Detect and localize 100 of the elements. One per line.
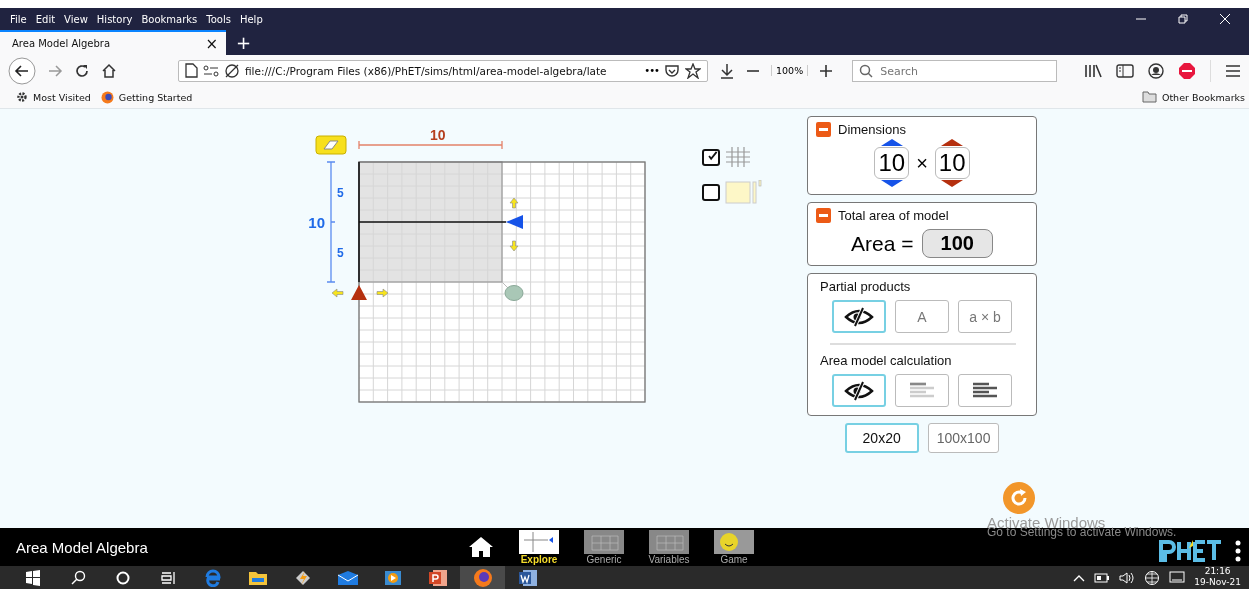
speaker-icon[interactable] [1119, 570, 1136, 585]
hide-option-button[interactable] [832, 300, 886, 333]
increment-icon[interactable] [880, 139, 903, 146]
folder-icon[interactable] [247, 569, 268, 586]
browser-tab[interactable]: Area Model Algebra × [0, 30, 226, 55]
resize-handle-icon[interactable] [501, 281, 524, 301]
back-icon[interactable] [8, 56, 36, 85]
reload-icon[interactable] [74, 62, 90, 79]
options-menu-icon[interactable] [1235, 540, 1241, 562]
hidden-eye-icon [844, 380, 874, 401]
menu-item[interactable]: File [10, 13, 27, 25]
clock-date[interactable]: 19-Nov-21 [1194, 577, 1241, 588]
start-icon[interactable] [24, 569, 41, 586]
section-title: Partial products [820, 279, 912, 294]
restore-icon[interactable] [1177, 13, 1189, 25]
menu-item[interactable]: Edit [35, 13, 56, 25]
label-option-button[interactable]: a × b [958, 300, 1012, 333]
stop-sign-icon[interactable] [1178, 61, 1196, 80]
download-icon[interactable] [719, 62, 735, 79]
task-view-icon[interactable] [159, 569, 176, 586]
times-sign: × [916, 151, 928, 175]
library-icon[interactable] [1084, 63, 1102, 78]
permissions-icon [203, 64, 219, 77]
height-label: 10 [308, 214, 325, 231]
menu-item[interactable]: Tools [206, 13, 231, 25]
right-arrow-icon [376, 288, 389, 298]
grid-size-button[interactable]: 100x100 [927, 423, 1000, 453]
close-icon[interactable] [1219, 13, 1231, 25]
width-label: 10 [430, 127, 446, 143]
panel-title: Dimensions [838, 122, 906, 137]
gear-icon [16, 91, 28, 103]
bookmark-link[interactable]: Getting Started [100, 90, 193, 104]
search-field[interactable]: Search [852, 60, 1058, 82]
page-actions-button[interactable]: ••• [644, 65, 659, 76]
hidden-eye-icon [844, 306, 874, 327]
home-icon[interactable] [468, 536, 494, 558]
browser-icon[interactable] [203, 568, 222, 587]
partition-label: 5 [337, 246, 344, 260]
mail-icon[interactable] [336, 569, 359, 586]
page-icon [185, 63, 198, 78]
bookmark-link[interactable]: Most Visited [16, 90, 91, 104]
tab-title: Area Model Algebra [12, 38, 111, 49]
calculation-option-button[interactable] [958, 374, 1012, 407]
width-value[interactable]: 10 [874, 147, 910, 179]
forward-icon[interactable] [47, 63, 63, 78]
section-title: Area model calculation [820, 353, 953, 368]
grid-size-button[interactable]: 20x20 [844, 423, 919, 453]
lines-icon [909, 381, 935, 400]
clock-time[interactable]: 21:16 [1204, 566, 1231, 577]
down-arrow-icon [509, 240, 519, 252]
menu-icon[interactable] [1225, 63, 1241, 78]
partition-handle-icon[interactable] [506, 215, 523, 229]
checkbox[interactable] [702, 183, 720, 201]
circle-icon[interactable] [114, 569, 131, 586]
keyboard-icon[interactable] [1169, 570, 1186, 585]
sidebar-icon[interactable] [1116, 63, 1134, 78]
menu-item[interactable]: View [64, 13, 88, 25]
panel-title: Total area of model [838, 208, 949, 223]
lines-icon [972, 381, 998, 400]
battery-icon[interactable] [1094, 572, 1111, 583]
area-value: 100 [921, 229, 993, 258]
collapse-button[interactable] [816, 208, 831, 223]
bookmark-label: Most Visited [33, 91, 91, 103]
width-handle-icon[interactable] [351, 285, 367, 300]
presentation-icon[interactable] [427, 568, 448, 587]
pocket-icon[interactable] [664, 63, 680, 78]
tiles-icon [725, 180, 763, 204]
address-bar[interactable]: file:///C:/Program Files (x86)/PhET/sims/html/area-model-algebra/late ••• [178, 59, 708, 82]
search-icon[interactable] [69, 569, 86, 586]
zoom-in-icon[interactable] [819, 63, 834, 78]
close-tab-button[interactable]: × [205, 34, 218, 53]
new-tab-button[interactable]: + [226, 30, 262, 55]
globe-icon[interactable] [1144, 569, 1161, 586]
sim-title: Area Model Algebra [16, 538, 149, 556]
play-icon[interactable] [383, 569, 402, 586]
hide-option-button[interactable] [832, 374, 886, 407]
star-icon[interactable] [685, 62, 701, 79]
reload-icon [1002, 481, 1036, 515]
home-icon[interactable] [101, 62, 117, 79]
up-arrow-icon [509, 197, 519, 209]
decrement-icon[interactable] [941, 180, 964, 187]
partition-label: 5 [337, 186, 344, 200]
menu-item[interactable]: Bookmarks [141, 13, 198, 25]
bookmark-label: Other Bookmarks [1161, 91, 1245, 103]
increment-icon[interactable] [941, 139, 964, 146]
label-option-button[interactable]: A [895, 300, 949, 333]
url-text: file:///C:/Program Files (x86)/PhET/sims/html/area-model-algebra/late [245, 64, 608, 77]
document-icon[interactable] [517, 568, 538, 587]
area-label: Area = [851, 231, 914, 256]
collapse-button[interactable] [816, 122, 831, 137]
zoom-level[interactable]: 100% [771, 65, 809, 76]
account-icon[interactable] [1148, 62, 1164, 79]
height-value[interactable]: 10 [934, 147, 970, 179]
chevron-up-icon[interactable] [1073, 573, 1086, 582]
checkbox[interactable] [702, 148, 720, 166]
folder-icon [1141, 91, 1157, 103]
bookmark-link[interactable]: Other Bookmarks [1141, 91, 1245, 103]
menu-item[interactable]: Help [239, 13, 263, 25]
menu-item[interactable]: History [96, 13, 133, 25]
decrement-icon[interactable] [880, 180, 903, 187]
